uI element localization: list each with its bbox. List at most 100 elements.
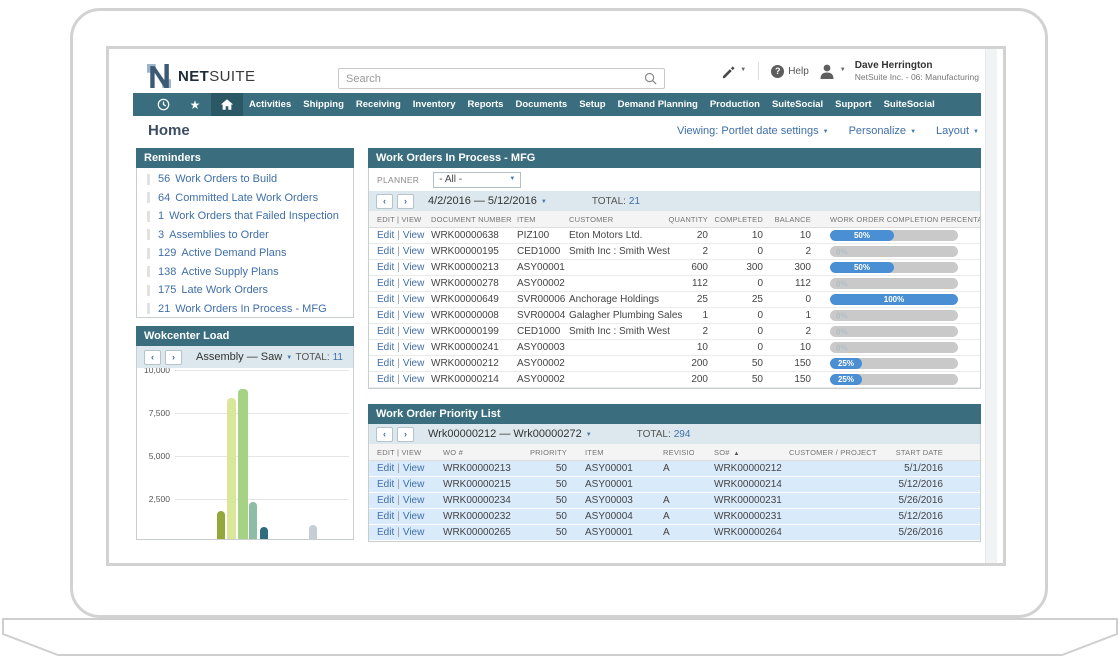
edit-link[interactable]: Edit xyxy=(377,310,394,321)
nav-item-activities[interactable]: Activities xyxy=(243,93,297,116)
nav-item-support[interactable]: Support xyxy=(829,93,877,116)
edit-view-divider: | xyxy=(397,374,400,385)
prev-button[interactable]: ‹ xyxy=(144,350,161,365)
view-link[interactable]: View xyxy=(403,326,425,337)
prev-button[interactable]: ‹ xyxy=(376,194,393,209)
edit-link[interactable]: Edit xyxy=(377,374,394,385)
reminder-label: Work Orders that Failed Inspection xyxy=(169,210,339,222)
nav-item-suitesocial[interactable]: SuiteSocial xyxy=(878,93,941,116)
wo-document-number: WRK00000199 xyxy=(427,326,513,337)
work-orders-portlet-header[interactable]: Work Orders In Process - MFG xyxy=(368,148,981,168)
nav-shortcuts[interactable]: ★ xyxy=(179,93,211,116)
reminder-item[interactable]: 3Assemblies to Order xyxy=(137,226,353,245)
reminder-count: 3 xyxy=(158,229,164,241)
edit-link[interactable]: Edit xyxy=(377,527,394,538)
reminder-item[interactable]: 138Active Supply Plans xyxy=(137,263,353,282)
reminder-item[interactable]: 1Work Orders that Failed Inspection xyxy=(137,207,353,226)
edit-link[interactable]: Edit xyxy=(377,342,394,353)
wo-quantity: 2 xyxy=(665,326,710,337)
priority-portlet-header[interactable]: Work Order Priority List xyxy=(368,404,981,424)
reminder-item[interactable]: 56Work Orders to Build xyxy=(137,170,353,189)
view-link[interactable]: View xyxy=(403,230,425,241)
personalize-menu[interactable]: Personalize▼ xyxy=(849,125,916,137)
workcenter-portlet-header[interactable]: Wokcenter Load xyxy=(136,326,354,346)
view-link[interactable]: View xyxy=(403,246,425,257)
nav-item-demand-planning[interactable]: Demand Planning xyxy=(612,93,704,116)
prev-button[interactable]: ‹ xyxy=(376,427,393,442)
viewing-settings-menu[interactable]: Viewing: Portlet date settings▼ xyxy=(677,125,829,137)
nav-home[interactable] xyxy=(211,93,243,116)
view-link[interactable]: View xyxy=(403,278,425,289)
nav-recent-records[interactable] xyxy=(147,93,179,116)
next-button[interactable]: › xyxy=(165,350,182,365)
view-link[interactable]: View xyxy=(403,463,425,474)
edit-link[interactable]: Edit xyxy=(377,230,394,241)
edit-link[interactable]: Edit xyxy=(377,511,394,522)
scrollbar[interactable] xyxy=(985,49,997,563)
view-link[interactable]: View xyxy=(403,527,425,538)
priority-revision: A xyxy=(654,511,694,522)
edit-link[interactable]: Edit xyxy=(377,262,394,273)
work-orders-range-select[interactable]: 4/2/2016 — 5/12/2016▼ xyxy=(428,195,547,207)
edit-view-divider: | xyxy=(397,527,400,538)
view-link[interactable]: View xyxy=(403,479,425,490)
reminder-tick-icon xyxy=(147,285,150,296)
layout-menu[interactable]: Layout▼ xyxy=(936,125,979,137)
nav-item-documents[interactable]: Documents xyxy=(509,93,573,116)
nav-item-inventory[interactable]: Inventory xyxy=(407,93,462,116)
nav-item-setup[interactable]: Setup xyxy=(573,93,611,116)
edit-view-divider: | xyxy=(397,262,400,273)
edit-link[interactable]: Edit xyxy=(377,358,394,369)
nav-item-production[interactable]: Production xyxy=(704,93,766,116)
view-link[interactable]: View xyxy=(403,262,425,273)
view-link[interactable]: View xyxy=(403,374,425,385)
reminders-portlet-header[interactable]: Reminders xyxy=(136,148,354,168)
nav-item-reports[interactable]: Reports xyxy=(462,93,510,116)
wo-balance: 10 xyxy=(768,230,818,241)
next-button[interactable]: › xyxy=(397,194,414,209)
wo-table-row: Edit|ViewWRK00000213ASY0000160030030050% xyxy=(369,260,980,276)
reminder-item[interactable]: 175Late Work Orders xyxy=(137,281,353,300)
user-menu[interactable]: ▼ xyxy=(818,63,846,79)
nav-item-suitesocial[interactable]: SuiteSocial xyxy=(766,93,829,116)
page-actions: Viewing: Portlet date settings▼ Personal… xyxy=(677,125,979,137)
edit-link[interactable]: Edit xyxy=(377,479,394,490)
edit-view-divider: | xyxy=(397,246,400,257)
netsuite-logo[interactable]: NETSUITE xyxy=(147,64,255,88)
reminder-item[interactable]: 21Work Orders In Process - MFG xyxy=(137,300,353,319)
nav-item-shipping[interactable]: Shipping xyxy=(297,93,350,116)
workcenter-range-select[interactable]: Assembly — Saw▼ xyxy=(196,351,292,363)
view-link[interactable]: View xyxy=(403,294,425,305)
priority-table-row: Edit|ViewWRK0000026550ASY00001AWRK000002… xyxy=(369,525,980,541)
edit-link[interactable]: Edit xyxy=(377,294,394,305)
search-box[interactable] xyxy=(338,68,665,89)
planner-select[interactable]: - All -▼ xyxy=(433,172,521,188)
wo-item: ASY00003 xyxy=(513,342,565,353)
view-link[interactable]: View xyxy=(403,358,425,369)
caret-down-icon: ▼ xyxy=(541,199,547,205)
edit-link[interactable]: Edit xyxy=(377,495,394,506)
nav-item-receiving[interactable]: Receiving xyxy=(350,93,407,116)
help-menu[interactable]: ? Help xyxy=(771,65,809,78)
next-button[interactable]: › xyxy=(397,427,414,442)
priority-range-select[interactable]: Wrk00000212 — Wrk00000272▼ xyxy=(428,428,592,440)
view-link[interactable]: View xyxy=(403,310,425,321)
reminder-item[interactable]: 64Committed Late Work Orders xyxy=(137,189,353,208)
priority-column-header: SO# ▲ xyxy=(694,448,789,457)
search-input[interactable] xyxy=(346,73,644,85)
brand-light: SUITE xyxy=(209,68,255,85)
edit-link[interactable]: Edit xyxy=(377,246,394,257)
view-link[interactable]: View xyxy=(403,495,425,506)
wo-customer: Eton Motors Ltd. xyxy=(565,230,665,241)
create-new-menu[interactable]: ▼ xyxy=(721,64,746,79)
view-link[interactable]: View xyxy=(403,511,425,522)
wo-table-row: Edit|ViewWRK00000008SVR00004Galagher Plu… xyxy=(369,308,980,324)
edit-link[interactable]: Edit xyxy=(377,463,394,474)
user-name: Dave Herrington xyxy=(855,60,979,72)
edit-link[interactable]: Edit xyxy=(377,326,394,337)
reminder-item[interactable]: 129Active Demand Plans xyxy=(137,244,353,263)
edit-link[interactable]: Edit xyxy=(377,278,394,289)
chart-bar xyxy=(238,389,248,539)
user-info[interactable]: Dave Herrington NetSuite Inc. - 06: Manu… xyxy=(855,60,979,82)
view-link[interactable]: View xyxy=(403,342,425,353)
